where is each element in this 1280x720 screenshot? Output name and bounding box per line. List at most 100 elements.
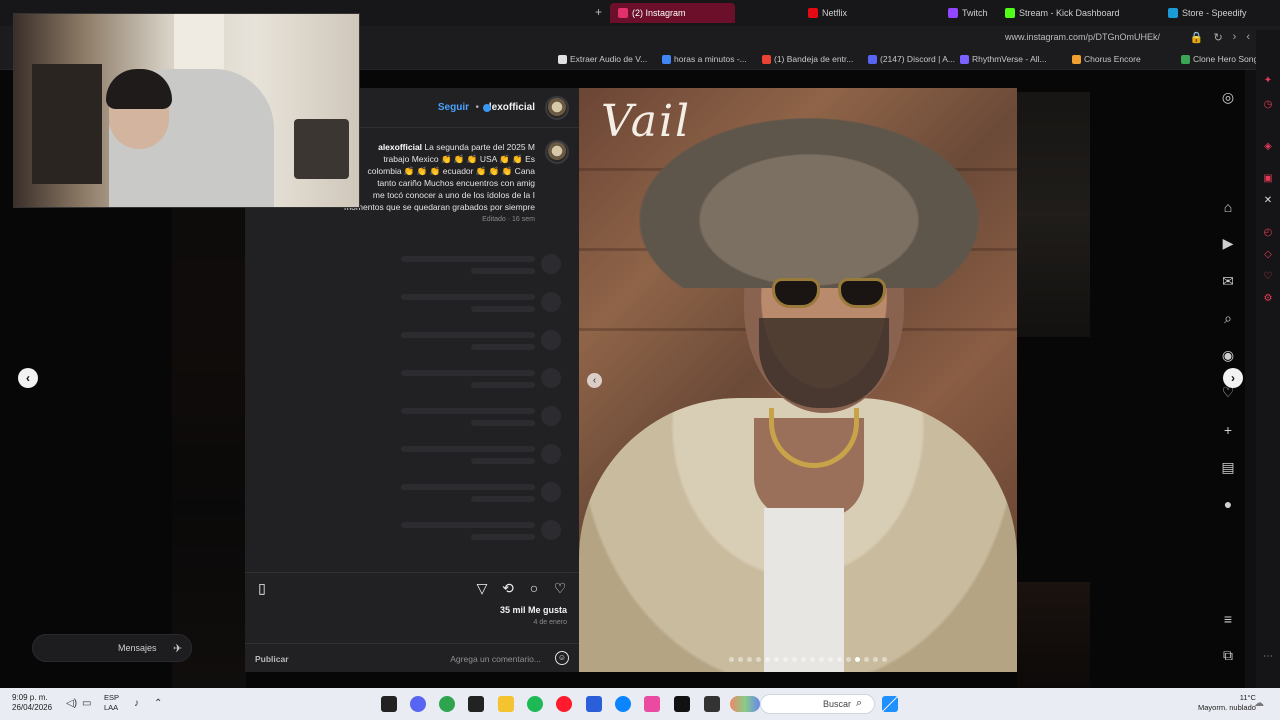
comment-skeleton: [401, 446, 535, 452]
clock-icon[interactable]: ◴: [1261, 226, 1275, 240]
messenger-icon[interactable]: ◈: [1261, 140, 1275, 154]
messages-icon[interactable]: ✉: [1219, 272, 1237, 290]
more-icon[interactable]: ⋯: [1261, 650, 1275, 664]
previous-post-button[interactable]: ‹: [18, 368, 38, 388]
tab-kick[interactable]: Stream - Kick Dashboard: [1005, 3, 1120, 23]
dashboard-icon[interactable]: ▤: [1219, 458, 1237, 476]
instagram-logo-icon[interactable]: ◎: [1219, 88, 1237, 106]
tab-speedify[interactable]: Store - Speedify: [1168, 3, 1247, 23]
verified-badge-icon: [483, 104, 491, 112]
comment-input[interactable]: Agrega un comentario...: [450, 654, 541, 664]
comment-icon[interactable]: ○: [525, 579, 543, 597]
tray-chevron-icon[interactable]: ⌃: [154, 698, 162, 709]
comment-skeleton-avatar: [541, 254, 561, 274]
reload-icon[interactable]: ↻: [1213, 31, 1222, 44]
file-explorer-icon[interactable]: [498, 696, 514, 712]
comment-skeleton-avatar: [541, 330, 561, 350]
heart-side-icon[interactable]: ♡: [1261, 270, 1275, 284]
avatar[interactable]: [545, 96, 569, 120]
app-icon-green[interactable]: [439, 696, 455, 712]
carousel-prev-button[interactable]: ‹: [587, 373, 602, 388]
settings-gear-icon[interactable]: ⚙: [1261, 292, 1275, 306]
tab-instagram[interactable]: (2) Instagram: [610, 3, 735, 23]
bookmarks-icon[interactable]: ✦: [1261, 74, 1275, 88]
sunglasses: [759, 278, 899, 310]
discord-icon[interactable]: [410, 696, 426, 712]
url-field[interactable]: www.instagram.com/p/DTGnOmUHEk/: [1005, 32, 1160, 42]
repost-icon[interactable]: ⟲: [499, 579, 517, 597]
bookmark-extraer[interactable]: Extraer Audio de V...: [558, 54, 647, 64]
forward-icon[interactable]: ›: [1233, 31, 1237, 44]
new-tab-button[interactable]: +: [595, 5, 602, 19]
follow-button[interactable]: Seguir: [438, 102, 469, 113]
comment-skeleton-avatar: [541, 368, 561, 388]
clock[interactable]: 9:09 p. m. 26/04/2026: [12, 693, 52, 713]
create-plus-icon[interactable]: +: [1219, 421, 1237, 439]
caption-username[interactable]: alexofficial: [378, 142, 422, 152]
bookmark-gmail[interactable]: (1) Bandeja de entr...: [762, 54, 853, 64]
pin-icon[interactable]: ◇: [1261, 248, 1275, 262]
post-date: 4 de enero: [533, 619, 567, 626]
comment-skeleton-avatar: [541, 520, 561, 540]
menu-icon[interactable]: ≡: [1219, 610, 1237, 628]
app-icon-dark[interactable]: [704, 696, 720, 712]
comment-skeleton-avatar: [541, 444, 561, 464]
network-icon[interactable]: ▭: [82, 698, 91, 709]
bookmark-chorus[interactable]: Chorus Encore: [1072, 54, 1141, 64]
language-indicator[interactable]: ESP LAA: [104, 693, 119, 713]
bookmark-discord[interactable]: (2147) Discord | A...: [868, 54, 955, 64]
app-icon-blue[interactable]: [586, 696, 602, 712]
likes-count[interactable]: 35 mil Me gusta: [500, 605, 567, 615]
emoji-icon[interactable]: ☺: [555, 651, 569, 665]
bookmark-icon: [762, 54, 771, 64]
share-icon[interactable]: ▽: [473, 579, 491, 597]
comment-skeleton: [471, 344, 535, 350]
home-icon[interactable]: ⌂: [1219, 198, 1237, 216]
capcut-icon[interactable]: [674, 696, 690, 712]
notifications-heart-icon[interactable]: ♡: [1219, 383, 1237, 401]
app-icon-1[interactable]: [381, 696, 397, 712]
post-image[interactable]: Vail: [579, 88, 1017, 672]
publish-button[interactable]: Publicar: [255, 654, 289, 664]
caption-avatar[interactable]: [545, 140, 569, 164]
post-actions: ♡ ○ ⟲ ▽ ▯ 35 mil Me gusta 4 de enero ☺ A…: [245, 572, 579, 672]
messages-pill[interactable]: Mensajes ✈: [32, 634, 192, 662]
url-toolbar: 🔒 ↻ › ‹: [1190, 31, 1250, 44]
comment-skeleton: [471, 534, 535, 540]
search-icon[interactable]: ⌕: [1219, 309, 1237, 327]
edge-icon[interactable]: [615, 696, 631, 712]
twitch-side-icon[interactable]: ▣: [1261, 172, 1275, 186]
like-heart-icon[interactable]: ♡: [551, 579, 569, 597]
tab-twitch[interactable]: Twitch: [948, 3, 988, 23]
reels-icon[interactable]: ▶: [1219, 234, 1237, 252]
history-icon[interactable]: ◷: [1261, 98, 1275, 112]
microphone-icon[interactable]: ♪: [134, 698, 139, 709]
x-icon[interactable]: ✕: [1261, 194, 1275, 208]
explore-icon[interactable]: ◉: [1219, 346, 1237, 364]
volume-icon[interactable]: ◁): [66, 698, 77, 709]
back-icon[interactable]: ‹: [1246, 31, 1250, 44]
windows-start-icon[interactable]: [882, 696, 898, 712]
post-username[interactable]: alexofficial: [483, 102, 535, 113]
profile-avatar-icon[interactable]: ●: [1219, 495, 1237, 513]
search-label: Buscar: [823, 699, 852, 709]
instagram-icon: [618, 8, 628, 18]
opera-icon[interactable]: [556, 696, 572, 712]
widget-icon[interactable]: [730, 696, 760, 712]
weather-widget[interactable]: 11°C Mayorm. nublado: [1198, 693, 1256, 713]
terminal-icon[interactable]: [468, 696, 484, 712]
bookmark-horas[interactable]: horas a minutos -...: [662, 54, 747, 64]
bookmark-rhythmverse[interactable]: RhythmVerse - All...: [960, 54, 1047, 64]
save-bookmark-icon[interactable]: ▯: [253, 579, 271, 597]
bookmark-icon: [558, 54, 567, 64]
bookmark-icon: [868, 54, 877, 64]
taskbar-search[interactable]: Buscar ⌕: [760, 694, 875, 714]
app-icon-pink[interactable]: [644, 696, 660, 712]
twitch-icon: [948, 8, 958, 18]
comment-skeleton: [471, 268, 535, 274]
bookshelf: [32, 64, 102, 184]
spotify-icon[interactable]: [527, 696, 543, 712]
messages-send-icon: ✈: [173, 643, 183, 655]
more-apps-icon[interactable]: ⧉: [1219, 646, 1237, 664]
tab-netflix[interactable]: Netflix: [808, 3, 847, 23]
